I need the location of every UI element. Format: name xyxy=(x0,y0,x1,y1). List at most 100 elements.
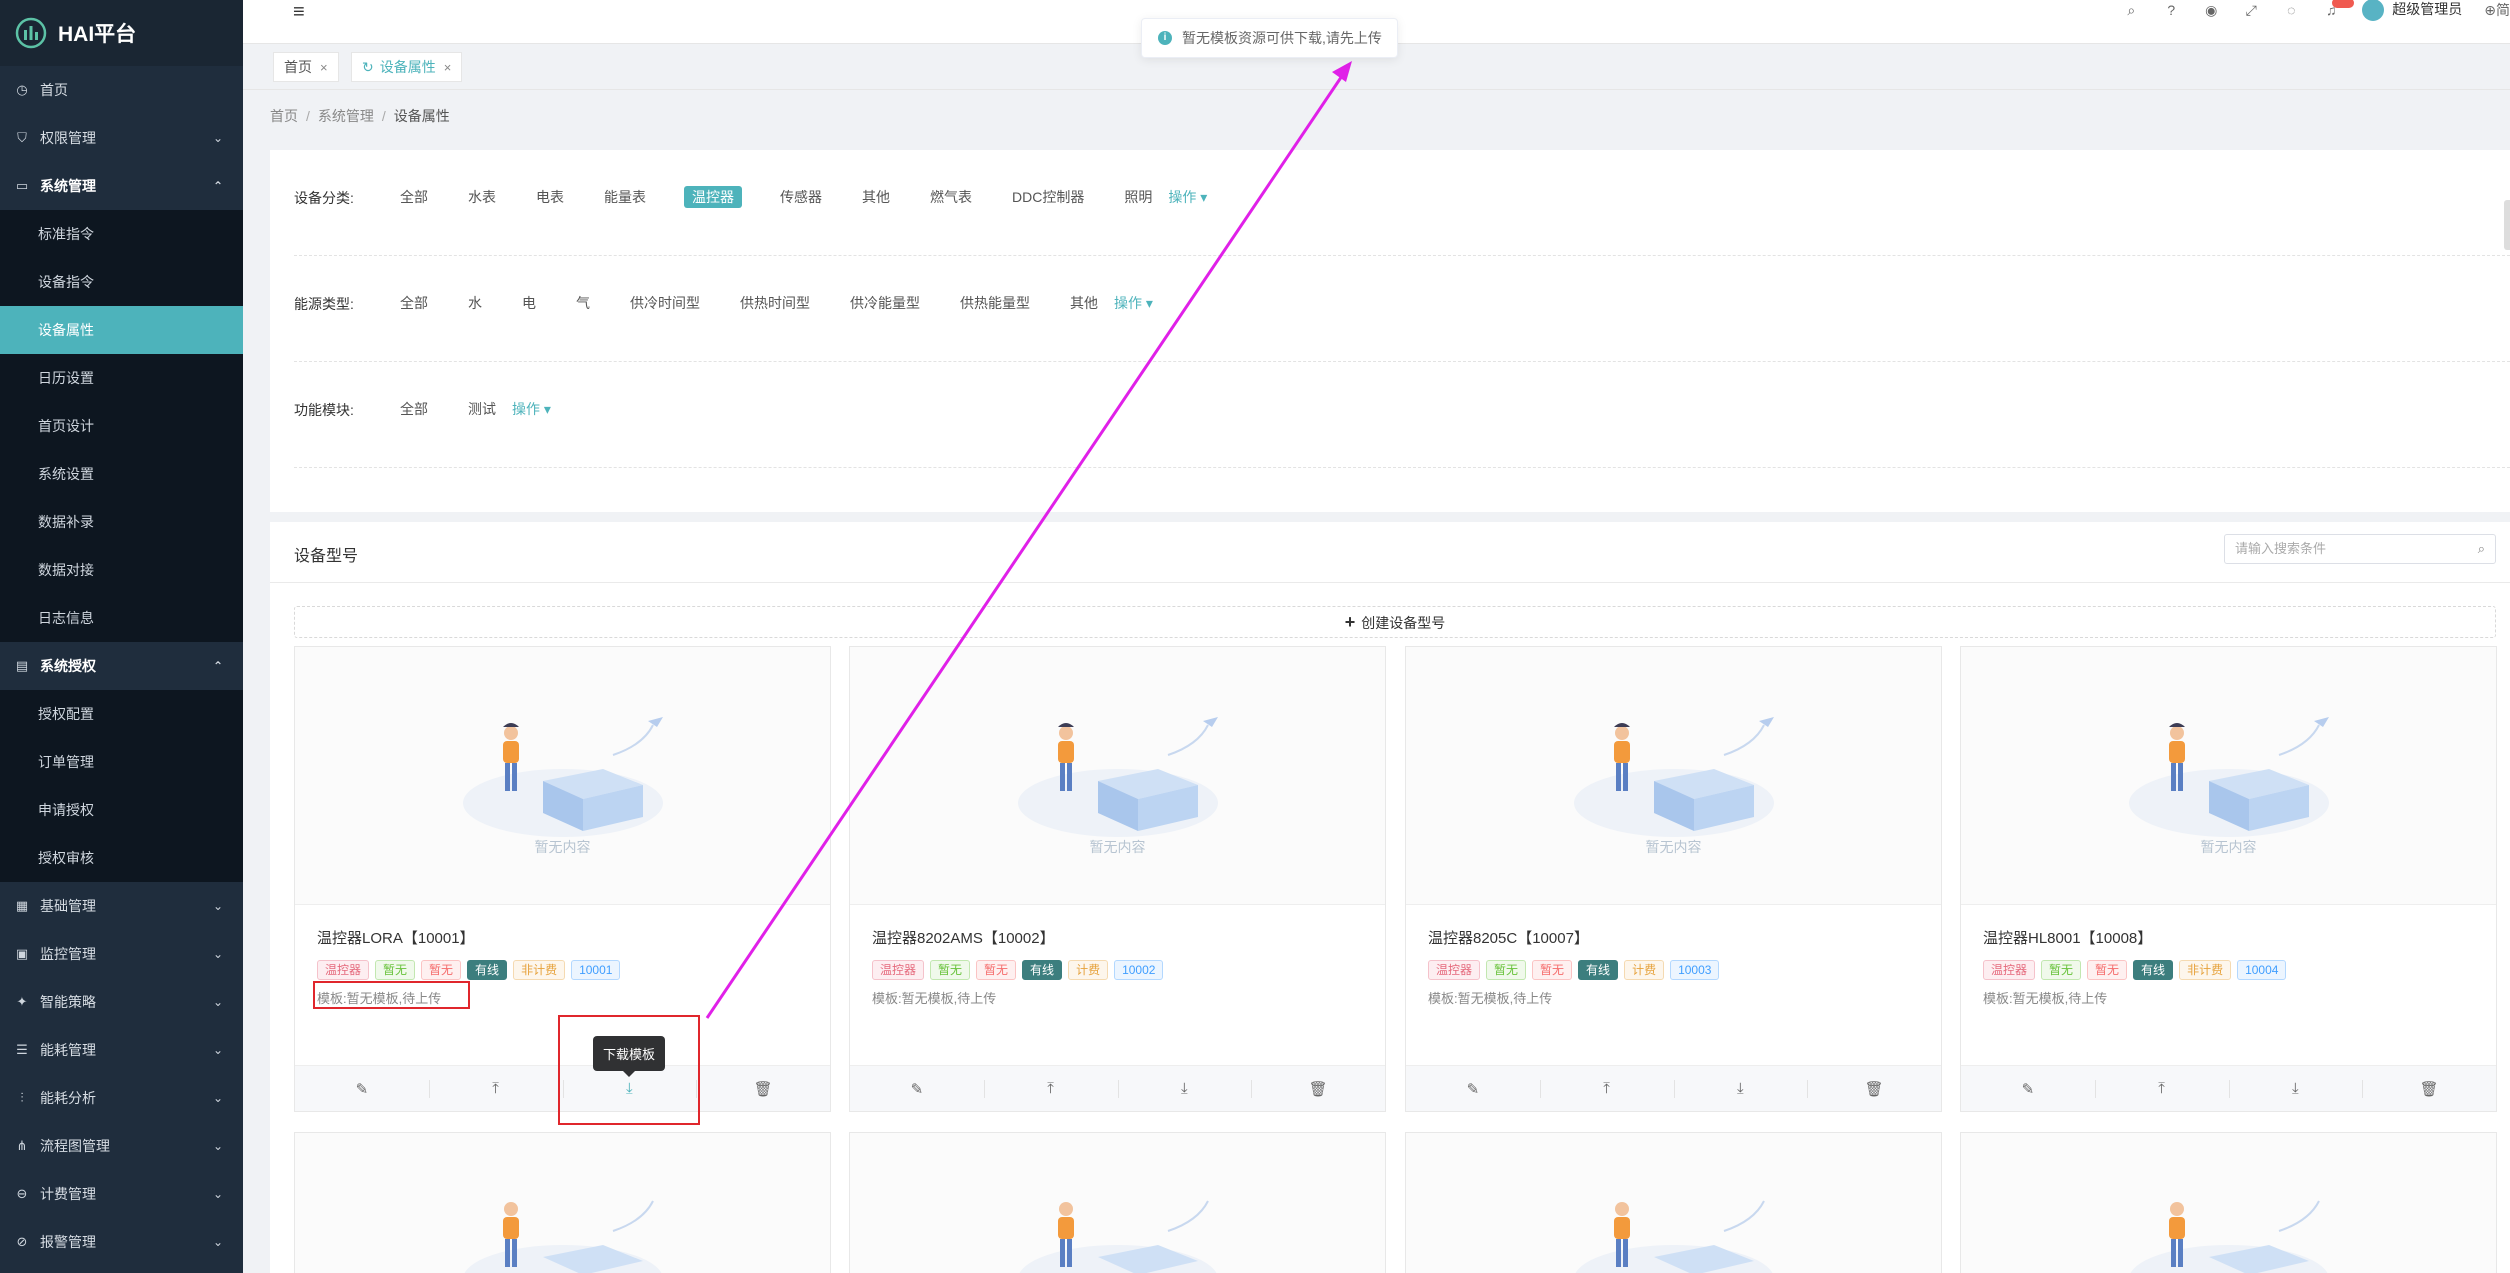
sidebar-subitem[interactable]: 数据补录 xyxy=(0,498,243,546)
download-icon[interactable]: ⤓ xyxy=(1117,1066,1252,1111)
upload-icon[interactable]: ⤒ xyxy=(983,1066,1118,1111)
breadcrumb-separator: / xyxy=(306,108,310,124)
filter-option[interactable]: 水表 xyxy=(466,186,498,208)
sidebar-subitem[interactable]: 申请授权 xyxy=(0,786,243,834)
filter-option[interactable]: 水 xyxy=(466,292,484,314)
help-icon[interactable]: ? xyxy=(2162,2,2180,18)
sidebar-item-strategy[interactable]: ✦ 智能策略 ⌄ xyxy=(0,978,243,1026)
coin-icon: ⊖ xyxy=(16,1186,28,1201)
filter-option[interactable]: 供冷能量型 xyxy=(848,292,922,314)
chevron-down-icon: ⌄ xyxy=(212,1043,223,1057)
close-icon[interactable]: × xyxy=(320,60,328,75)
delete-icon[interactable]: 🗑 xyxy=(2362,1066,2496,1111)
sidebar-item-billing[interactable]: ⊖ 计费管理 ⌄ xyxy=(0,1170,243,1218)
sidebar-subitem[interactable]: 授权审核 xyxy=(0,834,243,882)
download-icon[interactable]: ⤓ xyxy=(2228,1066,2363,1111)
sidebar-subitem[interactable]: 标准指令 xyxy=(0,210,243,258)
app-logo[interactable]: HAI平台 xyxy=(0,0,243,66)
device-model-card xyxy=(294,1132,831,1273)
sidebar-item-home[interactable]: ◷ 首页 xyxy=(0,66,243,114)
sidebar-subitem-active[interactable]: 设备属性 xyxy=(0,306,243,354)
filter-option[interactable]: 其他 xyxy=(860,186,892,208)
sidebar-item-monitor[interactable]: ▣ 监控管理 ⌄ xyxy=(0,930,243,978)
sidebar-subitem[interactable]: 订单管理 xyxy=(0,738,243,786)
filter-option[interactable]: 电表 xyxy=(534,186,566,208)
breadcrumb-item[interactable]: 系统管理 xyxy=(318,108,374,124)
sidebar-subitem[interactable]: 授权配置 xyxy=(0,690,243,738)
tab-device-attributes[interactable]: ↻ 设备属性 × xyxy=(351,52,463,82)
filter-operation-dropdown[interactable]: 操作 ▾ xyxy=(1166,186,1209,208)
monitor-icon: ▣ xyxy=(15,946,29,961)
fullscreen-icon[interactable]: ⤢ xyxy=(2242,2,2260,19)
toast-text: 暂无模板资源可供下载,请先上传 xyxy=(1182,30,1382,46)
sidebar-item-alarm[interactable]: ⊘ 报警管理 ⌄ xyxy=(0,1218,243,1266)
filter-operation-dropdown[interactable]: 操作 ▾ xyxy=(510,398,553,420)
upload-icon[interactable]: ⤒ xyxy=(1539,1066,1674,1111)
sidebar-subitem[interactable]: 日历设置 xyxy=(0,354,243,402)
filter-options: 全部 水 电 气 供冷时间型 供热时间型 供冷能量型 供热能量型 其他 操作 ▾ xyxy=(398,292,1191,314)
create-device-model-button[interactable]: + 创建设备型号 xyxy=(294,606,2496,638)
filter-option[interactable]: 能量表 xyxy=(602,186,648,208)
filter-option[interactable]: 全部 xyxy=(398,398,430,420)
filter-option[interactable]: 电 xyxy=(520,292,538,314)
sidebar-item-system[interactable]: ▭ 系统管理 ⌃ xyxy=(0,162,243,210)
filter-option[interactable]: 气 xyxy=(574,292,592,314)
upload-icon[interactable]: ⤒ xyxy=(428,1066,563,1111)
delete-icon[interactable]: 🗑 xyxy=(1251,1066,1385,1111)
filter-option[interactable]: 供热时间型 xyxy=(738,292,812,314)
filter-option[interactable]: DDC控制器 xyxy=(1010,186,1086,208)
sidebar-subitem[interactable]: 设备指令 xyxy=(0,258,243,306)
filter-panel: 设备分类: 全部 水表 电表 能量表 温控器 传感器 其他 燃气表 DDC控制器… xyxy=(270,150,2510,512)
edit-icon[interactable]: ✎ xyxy=(1406,1066,1540,1111)
filter-option[interactable]: 供冷时间型 xyxy=(628,292,702,314)
filter-operation-dropdown[interactable]: 操作 ▾ xyxy=(1112,292,1155,314)
language-switch[interactable]: ⊕简 xyxy=(2484,0,2510,20)
sidebar-item-label: 系统管理 xyxy=(40,178,96,194)
bell-icon[interactable]: ♫ xyxy=(2322,0,2355,18)
filter-option[interactable]: 照明 xyxy=(1122,186,1154,208)
filter-option[interactable]: 全部 xyxy=(398,186,430,208)
filter-option[interactable]: 燃气表 xyxy=(928,186,974,208)
edit-icon[interactable]: ✎ xyxy=(1961,1066,2095,1111)
filter-option[interactable]: 传感器 xyxy=(778,186,824,208)
sidebar-subitem[interactable]: 首页设计 xyxy=(0,402,243,450)
delete-icon[interactable]: 🗑 xyxy=(1807,1066,1941,1111)
sidebar-item-flow[interactable]: ⋔ 流程图管理 ⌄ xyxy=(0,1122,243,1170)
filter-option-selected[interactable]: 温控器 xyxy=(684,186,742,208)
tag-list: 温控器 暂无 暂无 有线 非计费 10001 xyxy=(317,960,808,980)
avatar xyxy=(2362,0,2385,22)
user-menu[interactable]: 超级管理员 xyxy=(2362,0,2462,22)
edit-icon[interactable]: ✎ xyxy=(295,1066,429,1111)
filter-option[interactable]: 供热能量型 xyxy=(958,292,1032,314)
sidebar-subitem[interactable]: 数据对接 xyxy=(0,546,243,594)
github-icon[interactable]: ◉ xyxy=(2202,2,2220,19)
tag-billing: 非计费 xyxy=(2179,960,2232,980)
sidebar-item-energy[interactable]: ☰ 能耗管理 ⌄ xyxy=(0,1026,243,1074)
delete-icon[interactable]: 🗑 xyxy=(696,1066,830,1111)
download-icon[interactable]: ⤓ xyxy=(1673,1066,1808,1111)
filter-option[interactable]: 其他 xyxy=(1068,292,1100,314)
menu-toggle-icon[interactable]: ≡ xyxy=(293,1,305,24)
sidebar-item-authorization[interactable]: ▤ 系统授权 ⌃ xyxy=(0,642,243,690)
authorization-submenu: 授权配置 订单管理 申请授权 授权审核 xyxy=(0,690,243,882)
search-icon[interactable]: ⌕ xyxy=(2478,535,2485,563)
filter-option[interactable]: 全部 xyxy=(398,292,430,314)
sidebar-item-analysis[interactable]: ⫶ 能耗分析 ⌄ xyxy=(0,1074,243,1122)
edit-icon[interactable]: ✎ xyxy=(850,1066,984,1111)
refresh-icon[interactable]: ↻ xyxy=(362,59,374,76)
filter-option[interactable]: 测试 xyxy=(466,398,498,420)
theme-icon[interactable]: ◌ xyxy=(2282,2,2300,18)
search-icon[interactable]: ⌕ xyxy=(2122,2,2140,19)
sidebar-subitem[interactable]: 日志信息 xyxy=(0,594,243,642)
sidebar-subitem[interactable]: 系统设置 xyxy=(0,450,243,498)
page-scroll-handle[interactable] xyxy=(2504,200,2510,250)
sidebar-item-basic[interactable]: ▦ 基础管理 ⌄ xyxy=(0,882,243,930)
close-icon[interactable]: × xyxy=(444,60,452,75)
tab-home[interactable]: 首页 × xyxy=(273,52,339,82)
upload-icon[interactable]: ⤒ xyxy=(2094,1066,2229,1111)
search-input[interactable]: 请输入搜索条件 ⌕ xyxy=(2224,534,2496,564)
sidebar-item-permission[interactable]: ⛉ 权限管理 ⌄ xyxy=(0,114,243,162)
card-image: 暂无内容 xyxy=(1406,647,1941,905)
chevron-down-icon: ⌄ xyxy=(212,1139,223,1153)
breadcrumb-item[interactable]: 首页 xyxy=(270,108,298,124)
